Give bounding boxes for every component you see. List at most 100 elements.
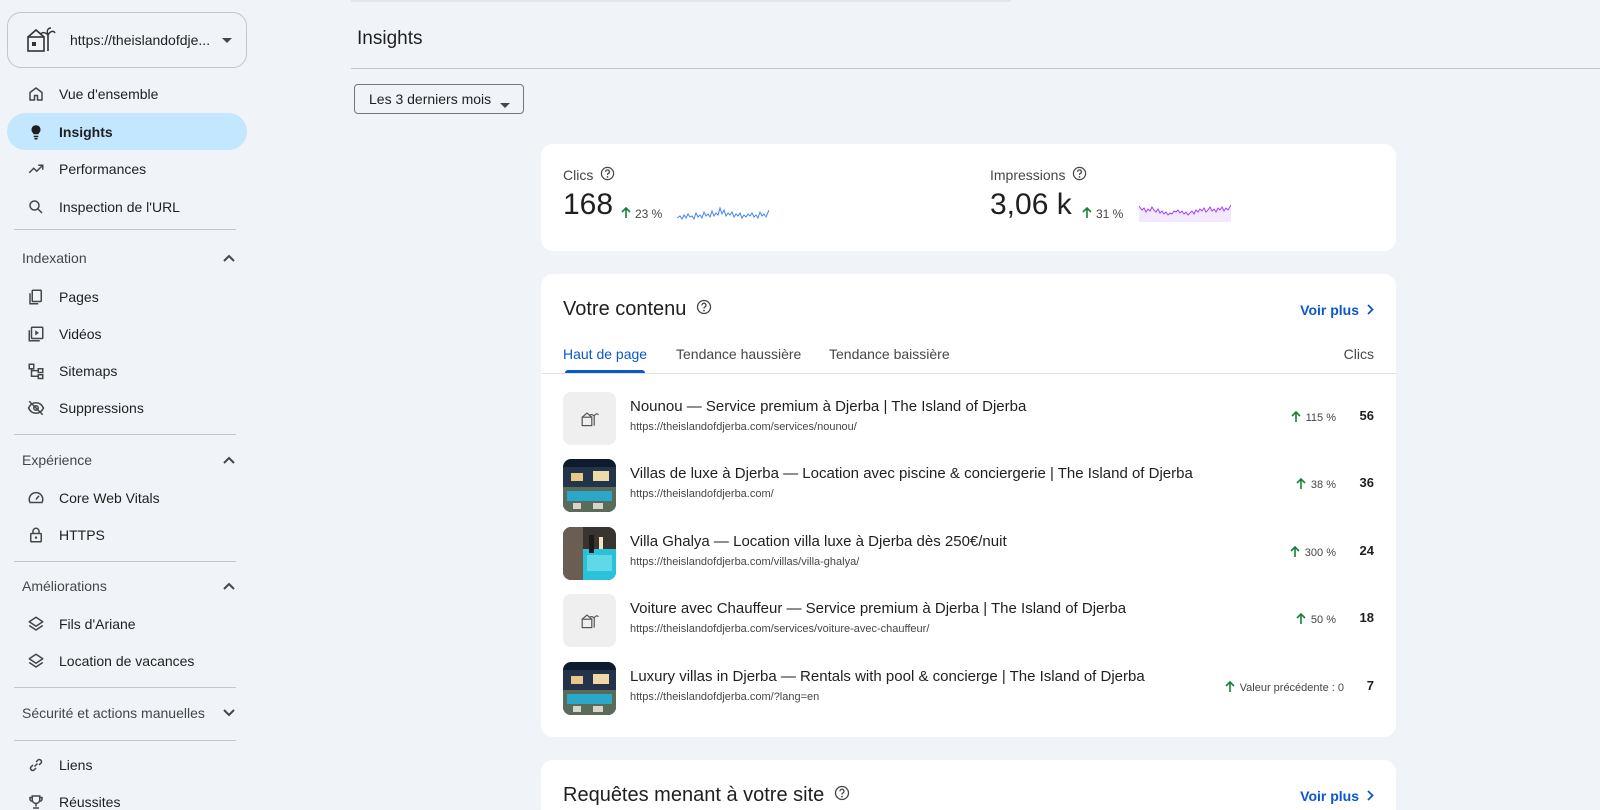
nav-sitemaps[interactable]: Sitemaps bbox=[7, 352, 247, 389]
chevron-up-icon bbox=[223, 249, 235, 267]
help-icon[interactable] bbox=[696, 298, 712, 321]
help-icon[interactable] bbox=[834, 784, 850, 807]
metric-change-value: 31 % bbox=[1096, 207, 1124, 221]
metrics-card: Clics 168 23 % Impressions 3,06 k 31 % bbox=[541, 144, 1396, 251]
page-thumbnail bbox=[563, 662, 616, 715]
queries-see-more-link[interactable]: Voir plus bbox=[1300, 788, 1374, 804]
tab-tendance-baissiere[interactable]: Tendance baissière bbox=[829, 346, 950, 362]
row-title: Voiture avec Chauffeur — Service premium… bbox=[630, 600, 1127, 617]
table-row[interactable]: Luxury villas in Djerba — Rentals with p… bbox=[563, 660, 1374, 716]
sidebar-divider bbox=[14, 561, 236, 562]
page-thumbnail bbox=[563, 594, 616, 647]
tab-haut-de-page[interactable]: Haut de page bbox=[563, 346, 647, 362]
nav-liens[interactable]: Liens bbox=[7, 746, 247, 783]
metric-clicks[interactable]: Clics 168 23 % bbox=[563, 166, 769, 221]
layers-icon bbox=[25, 650, 47, 672]
date-range-value: Les 3 derniers mois bbox=[369, 91, 492, 107]
caret-down-icon bbox=[500, 96, 510, 112]
nav-core-web-vitals[interactable]: Core Web Vitals bbox=[7, 479, 247, 516]
nav-vue-ensemble[interactable]: Vue d'ensemble bbox=[7, 75, 247, 112]
row-clicks: 56 bbox=[1359, 408, 1374, 423]
row-change-value: 300 % bbox=[1304, 547, 1336, 559]
row-url: https://theislandofdjerba.com/?lang=en bbox=[630, 691, 820, 703]
row-change-value: Valeur précédente : 0 bbox=[1239, 682, 1344, 694]
nav-label: Vue d'ensemble bbox=[59, 85, 159, 102]
metric-impressions[interactable]: Impressions 3,06 k 31 % bbox=[990, 166, 1231, 222]
content-title: Votre contenu bbox=[563, 298, 687, 320]
page-thumbnail bbox=[563, 459, 616, 512]
property-selector[interactable]: https://theislandofdje... bbox=[7, 12, 247, 68]
arrow-up-icon bbox=[1081, 206, 1093, 222]
site-logo-icon bbox=[581, 411, 599, 426]
site-logo-icon bbox=[581, 613, 599, 628]
table-row[interactable]: Villa Ghalya — Location villa luxe à Dje… bbox=[563, 525, 1374, 581]
metric-change: 23 % bbox=[620, 206, 662, 222]
impressions-sparkline bbox=[1139, 204, 1231, 222]
nav-pages[interactable]: Pages bbox=[7, 278, 247, 315]
chevron-up-icon bbox=[223, 451, 235, 469]
section-securite[interactable]: Sécurité et actions manuelles bbox=[7, 696, 247, 730]
nav-label: Insights bbox=[59, 123, 113, 140]
row-url: https://theislandofdjerba.com/services/n… bbox=[630, 421, 857, 433]
sidebar-divider bbox=[14, 740, 236, 741]
row-change: 300 % bbox=[1289, 545, 1336, 561]
nav-label: Pages bbox=[59, 288, 99, 305]
nav-inspection-url[interactable]: Inspection de l'URL bbox=[7, 188, 247, 225]
row-change-value: 38 % bbox=[1310, 479, 1336, 491]
section-experience[interactable]: Expérience bbox=[7, 443, 247, 477]
sidebar-divider bbox=[14, 229, 236, 230]
site-logo-icon bbox=[26, 25, 56, 55]
nav-label: Réussites bbox=[59, 793, 121, 810]
property-url: https://theislandofdje... bbox=[70, 32, 211, 48]
pages-icon bbox=[25, 286, 47, 308]
nav-reussites[interactable]: Réussites bbox=[7, 783, 247, 810]
section-label: Sécurité et actions manuelles bbox=[22, 705, 205, 721]
nav-label: Location de vacances bbox=[59, 652, 195, 669]
nav-insights[interactable]: Insights bbox=[7, 113, 247, 150]
nav-location-vacances[interactable]: Location de vacances bbox=[7, 642, 247, 679]
nav-https[interactable]: HTTPS bbox=[7, 516, 247, 553]
column-header-clicks: Clics bbox=[1343, 346, 1374, 362]
page-thumbnail bbox=[563, 527, 616, 580]
row-change: 115 % bbox=[1290, 410, 1336, 426]
see-more-link[interactable]: Voir plus bbox=[1300, 302, 1374, 318]
date-range-select[interactable]: Les 3 derniers mois bbox=[354, 84, 524, 114]
arrow-up-icon bbox=[1224, 680, 1236, 696]
link-icon bbox=[25, 754, 47, 776]
sidebar-divider bbox=[14, 434, 236, 435]
nav-label: Sitemaps bbox=[59, 362, 118, 379]
row-url: https://theislandofdjerba.com/services/v… bbox=[630, 623, 930, 635]
arrow-up-icon bbox=[1289, 545, 1301, 561]
help-icon[interactable] bbox=[600, 166, 615, 184]
nav-videos[interactable]: Vidéos bbox=[7, 315, 247, 352]
nav-performances[interactable]: Performances bbox=[7, 150, 247, 187]
row-title: Villa Ghalya — Location villa luxe à Dje… bbox=[630, 533, 1007, 550]
caret-down-icon bbox=[222, 31, 232, 49]
nav-label: Fils d'Ariane bbox=[59, 615, 136, 632]
see-more-label: Voir plus bbox=[1300, 302, 1359, 318]
sidebar-divider bbox=[14, 687, 236, 688]
section-indexation[interactable]: Indexation bbox=[7, 241, 247, 275]
table-row[interactable]: Voiture avec Chauffeur — Service premium… bbox=[563, 592, 1374, 648]
section-ameliorations[interactable]: Améliorations bbox=[7, 569, 247, 603]
help-icon[interactable] bbox=[1072, 166, 1087, 184]
tab-tendance-haussiere[interactable]: Tendance haussière bbox=[676, 346, 801, 362]
nav-label: Performances bbox=[59, 160, 147, 177]
nav-label: Liens bbox=[59, 756, 93, 773]
sitemap-icon bbox=[25, 360, 47, 382]
row-change-value: 115 % bbox=[1305, 412, 1336, 424]
table-row[interactable]: Nounou — Service premium à Djerba | The … bbox=[563, 390, 1374, 446]
search-icon bbox=[25, 196, 47, 218]
row-change: Valeur précédente : 0 bbox=[1224, 680, 1344, 696]
section-label: Expérience bbox=[22, 452, 93, 468]
queries-card-title: Requêtes menant à votre site bbox=[563, 784, 850, 807]
table-row[interactable]: Villas de luxe à Djerba — Location avec … bbox=[563, 457, 1374, 513]
metric-change-value: 23 % bbox=[635, 207, 663, 221]
row-clicks: 36 bbox=[1359, 475, 1374, 490]
lightbulb-icon bbox=[25, 121, 47, 143]
nav-suppressions[interactable]: Suppressions bbox=[7, 389, 247, 426]
nav-fils-ariane[interactable]: Fils d'Ariane bbox=[7, 605, 247, 642]
chevron-right-icon bbox=[1367, 302, 1374, 318]
arrow-up-icon bbox=[620, 206, 632, 222]
title-divider bbox=[351, 68, 1600, 69]
